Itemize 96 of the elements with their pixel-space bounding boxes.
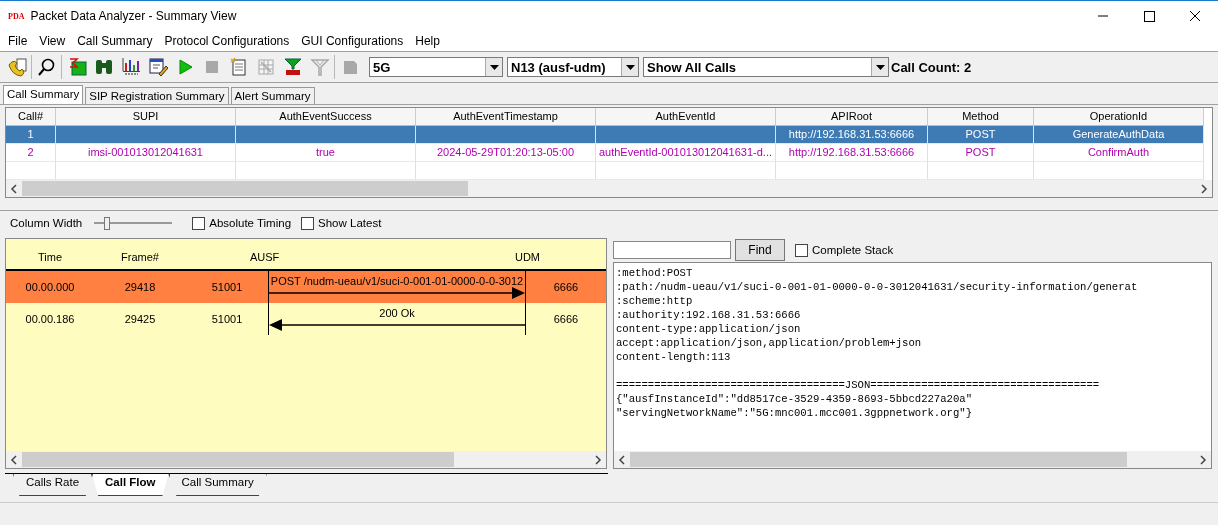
column-header[interactable]: OperationId	[1034, 108, 1204, 126]
bar-chart-icon[interactable]	[120, 57, 141, 77]
detail-line: :method:POST	[616, 266, 694, 280]
scroll-left-icon[interactable]	[618, 454, 626, 465]
scroll-right-icon[interactable]	[594, 454, 602, 465]
binoculars-icon[interactable]	[93, 57, 114, 77]
column-header: Frame#	[120, 251, 160, 263]
table-cell[interactable]: 2024-05-29T01:20:13-05:00	[416, 144, 596, 162]
search-field[interactable]	[613, 241, 731, 259]
table-cell[interactable]: ConfirmAuth	[1034, 144, 1204, 162]
frame-cell-text: 29418	[123, 281, 157, 293]
detail-line: content-length:113	[616, 350, 732, 364]
find-button[interactable]: Find	[735, 239, 785, 261]
time-cell-text: 00.00.186	[24, 313, 76, 325]
table-cell[interactable]: POST	[928, 144, 1034, 162]
detail-line: "servingNetworkName":"5G:mnc001.mcc001.3gppnetwork.org"}	[616, 406, 973, 420]
network-dropdown[interactable]: 5G	[369, 57, 503, 77]
tab[interactable]: Call Summary	[3, 85, 84, 104]
dropdown-arrow-icon[interactable]	[489, 64, 499, 70]
call-count-label: Call Count: 2	[891, 59, 972, 75]
message-label[interactable]: 200 Ok	[379, 307, 415, 319]
table-cell[interactable]	[416, 126, 596, 144]
search-icon[interactable]	[36, 57, 57, 77]
menu-item[interactable]: Help	[409, 34, 446, 48]
menu-item[interactable]: File	[2, 34, 34, 48]
call-filter-dropdown[interactable]: Show All Calls	[643, 57, 889, 77]
frame-cell-text: 29425	[123, 313, 157, 325]
message-label[interactable]: POST /nudm-ueau/v1/suci-0-001-01-0000-0-0-3012	[270, 275, 524, 287]
column-header[interactable]: AuthEventSuccess	[236, 108, 416, 126]
funnel-icon[interactable]	[282, 57, 303, 77]
port-cell-text: 51001	[210, 281, 244, 293]
checkbox[interactable]	[301, 216, 315, 230]
port-cell-text: 6666	[552, 281, 580, 293]
detail-line: accept:application/json,application/problem+json	[616, 336, 923, 350]
column-header[interactable]: SUPI	[56, 108, 236, 126]
phone-sheet-icon[interactable]	[6, 57, 27, 77]
table-cell[interactable]: 1	[6, 126, 56, 144]
horizontal-scrollbar[interactable]	[6, 451, 606, 468]
checkbox-label[interactable]: Show Latest	[318, 217, 382, 229]
window-title: Packet Data Analyzer - Summary View	[30, 9, 238, 23]
edit-sheet-icon[interactable]	[147, 57, 168, 77]
menu-item[interactable]: Protocol Configurations	[158, 34, 296, 48]
horizontal-scrollbar[interactable]	[614, 451, 1211, 468]
checkbox[interactable]	[795, 243, 808, 257]
tab[interactable]: Call Flow	[92, 474, 169, 496]
checkbox-label[interactable]: Absolute Timing	[209, 217, 292, 229]
detail-line: :path:/nudm-ueau/v1/suci-0-001-01-0000-0-0-3012041631/security-information/generat	[616, 280, 1139, 294]
detail-line: ====================================JSON====================================	[616, 378, 1101, 392]
interface-dropdown[interactable]: N13 (ausf-udm)	[507, 57, 639, 77]
detail-line: :scheme:http	[616, 294, 694, 308]
tab[interactable]: Calls Rate	[13, 474, 93, 496]
menu-item[interactable]: View	[33, 34, 72, 48]
detail-line: content-type:application/json	[616, 322, 802, 336]
table-cell[interactable]: 2	[6, 144, 56, 162]
port-cell-text: 6666	[552, 313, 580, 325]
table-cell[interactable]: POST	[928, 126, 1034, 144]
dropdown-arrow-icon[interactable]	[875, 64, 885, 70]
scroll-right-icon[interactable]	[1200, 183, 1208, 194]
app-logo: PDA	[8, 11, 25, 21]
column-width-label: Column Width	[10, 217, 83, 229]
column-header[interactable]: AuthEventId	[596, 108, 776, 126]
column-header[interactable]: Method	[928, 108, 1034, 126]
scroll-right-icon[interactable]	[1199, 454, 1207, 465]
tab[interactable]: Alert Summary	[230, 87, 315, 104]
checkbox-label[interactable]: Complete Stack	[812, 244, 894, 256]
node-label: UDM	[514, 251, 540, 263]
notepad-icon[interactable]	[228, 57, 249, 77]
port-cell-text: 51001	[210, 313, 244, 325]
table-cell[interactable]	[56, 126, 236, 144]
detail-line: :authority:192.168.31.53:6666	[616, 308, 802, 322]
table-cell[interactable]	[596, 126, 776, 144]
tab[interactable]: SIP Registration Summary	[85, 87, 229, 104]
dropdown-arrow-icon[interactable]	[625, 64, 635, 70]
time-cell-text: 00.00.000	[24, 281, 76, 293]
slider-thumb[interactable]	[103, 217, 110, 230]
table-cell[interactable]	[236, 126, 416, 144]
table-cell[interactable]: http://192.168.31.53:6666	[776, 126, 928, 144]
node-label: AUSF	[250, 251, 280, 263]
column-header[interactable]: AuthEventTimestamp	[416, 108, 596, 126]
table-cell[interactable]: true	[236, 144, 416, 162]
column-header: Time	[36, 251, 63, 263]
horizontal-scrollbar[interactable]	[6, 180, 1212, 197]
tab[interactable]: Call Summary	[168, 474, 267, 496]
menu-item[interactable]: Call Summary	[71, 34, 159, 48]
scroll-left-icon[interactable]	[10, 454, 18, 465]
checkbox[interactable]	[192, 216, 206, 230]
menu-item[interactable]: GUI Configurations	[295, 34, 410, 48]
table-cell[interactable]: http://192.168.31.53:6666	[776, 144, 928, 162]
scroll-left-icon[interactable]	[10, 183, 18, 194]
table-cell[interactable]: GenerateAuthData	[1034, 126, 1204, 144]
selected-row-highlight[interactable]: 00.00.000 29418 51001 POST /nudm-ueau/v1/suci-0-001-01-0000-0-0-3012 6666	[6, 271, 606, 303]
table-cell[interactable]: authEventId-001013012041631-d...	[596, 144, 776, 162]
detail-line: {"ausfInstanceId":"dd8517ce-3529-4359-8693-5bbcd227a20a"	[616, 392, 973, 406]
table-cell[interactable]: imsi-001013012041631	[56, 144, 236, 162]
column-header[interactable]: APIRoot	[776, 108, 928, 126]
column-header[interactable]: Call#	[6, 108, 56, 126]
